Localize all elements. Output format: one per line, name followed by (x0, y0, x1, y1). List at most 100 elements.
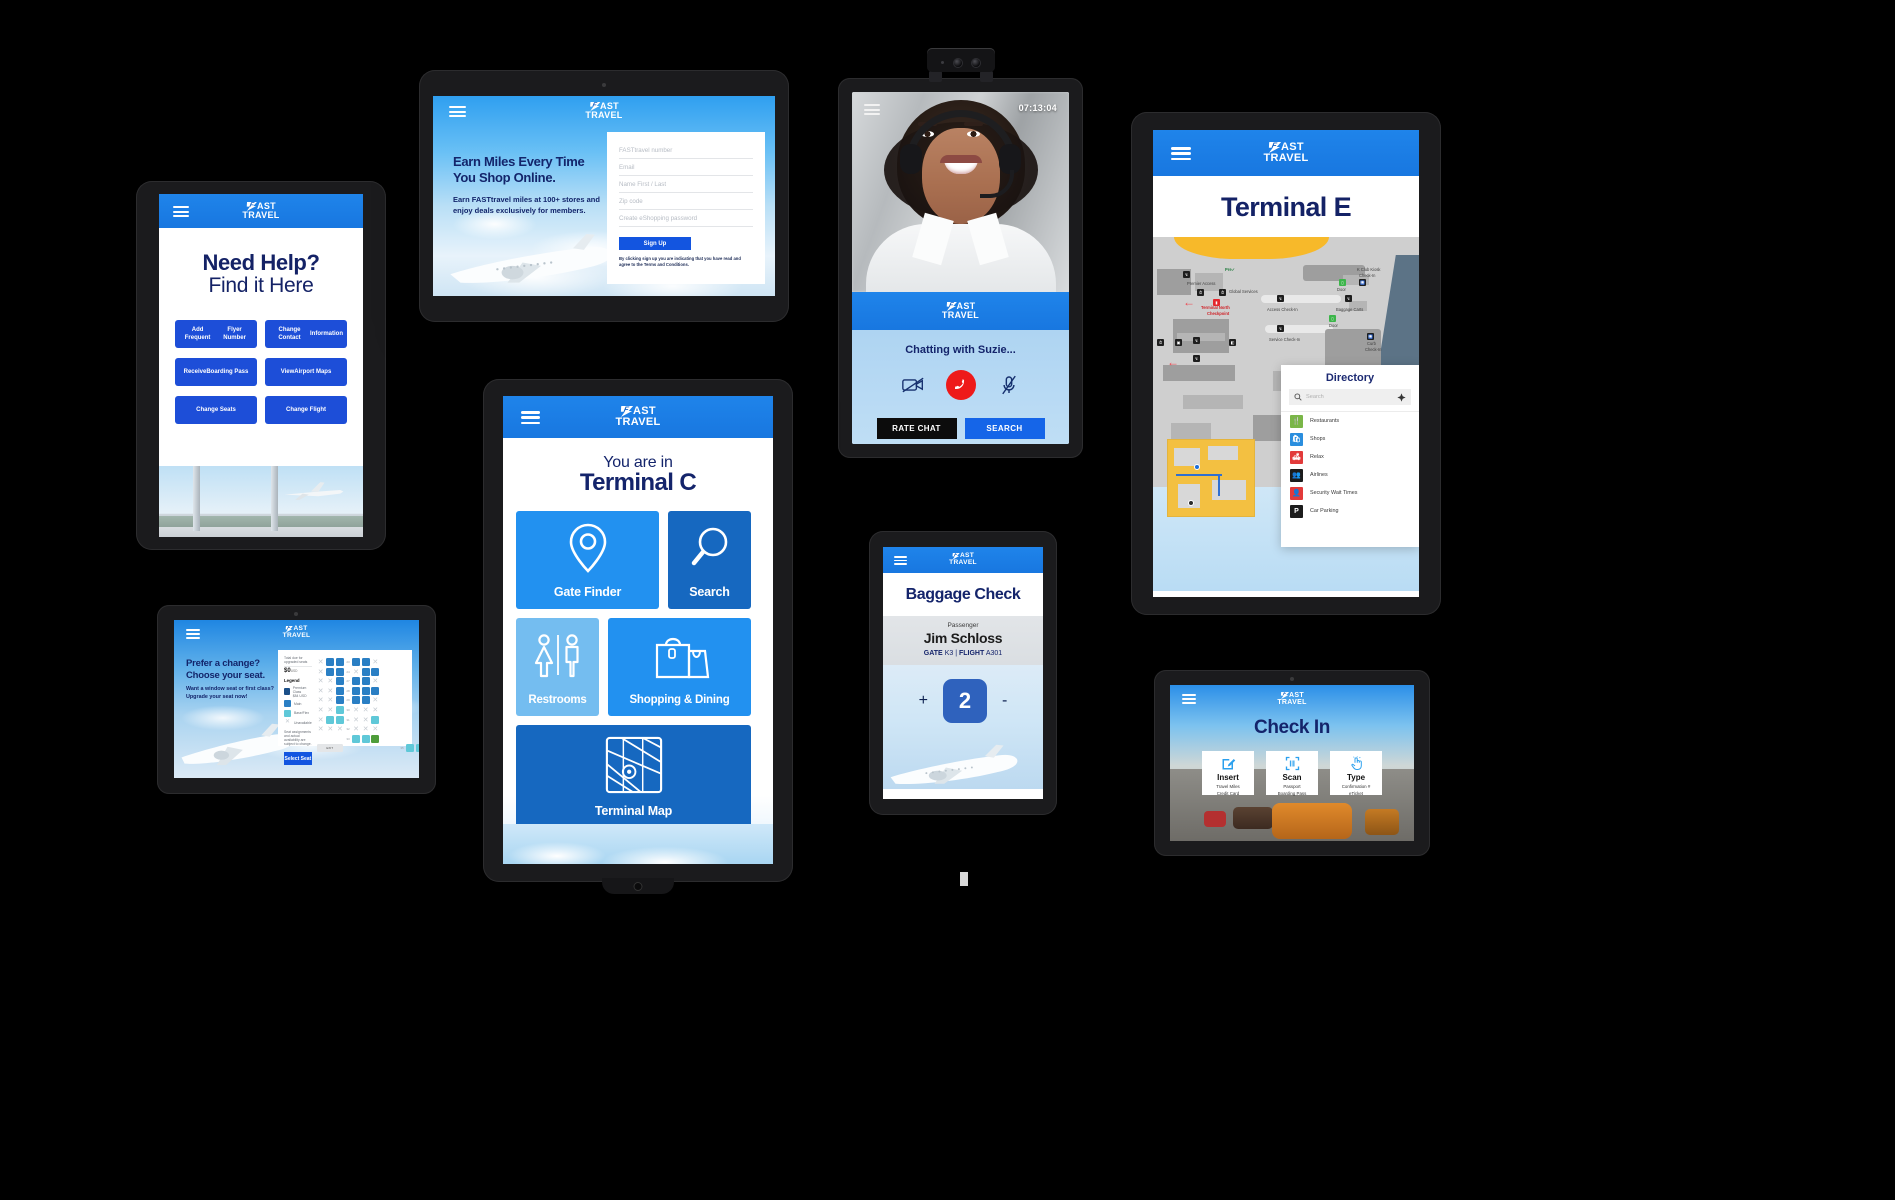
seat-available[interactable] (335, 705, 344, 714)
need-help-button-4[interactable]: View Airport Maps (265, 358, 347, 386)
legend-label: Main (294, 701, 302, 706)
menu-icon[interactable] (894, 556, 907, 565)
seat-available[interactable] (371, 715, 380, 724)
sign-up-button[interactable]: Sign Up (619, 237, 691, 250)
separator: | (955, 650, 958, 657)
increment-button[interactable]: + (919, 692, 928, 710)
option-subtext: Travel Miles Credit Card (1216, 784, 1240, 796)
directory-item-airlines[interactable]: 👥 Airlines (1281, 466, 1419, 484)
need-help-button-1[interactable]: Add Frequent Flyer Number (175, 320, 257, 348)
signup-field-5[interactable]: Create eShopping password (619, 210, 753, 227)
seat-row: ✕ ✕ ✕ 32 ✕ ✕ ✕ (317, 725, 419, 733)
mic-off-icon[interactable] (998, 374, 1020, 396)
seat-unavailable: ✕ (327, 726, 334, 734)
need-help-button-2[interactable]: Change Contact Information (265, 320, 347, 348)
seat-available[interactable] (415, 744, 419, 753)
seat-available[interactable] (335, 658, 344, 666)
directory-item-relax[interactable]: 🛋 Relax (1281, 448, 1419, 466)
directory-title: Directory (1325, 372, 1375, 384)
page-title: Baggage Check (883, 573, 1043, 616)
need-help-button-5[interactable]: Change Seats (175, 396, 257, 424)
seat-row-number: 31 (346, 717, 350, 722)
seat-available[interactable] (352, 696, 361, 705)
menu-icon[interactable] (186, 629, 200, 639)
kiosk-button-search[interactable]: SEARCH (964, 418, 1045, 439)
seat-available[interactable] (406, 744, 415, 753)
end-call-button[interactable] (945, 370, 976, 400)
directory-item-car-parking[interactable]: P Car Parking (1281, 502, 1419, 520)
car-parking-icon: P (1290, 504, 1303, 518)
seat-available[interactable] (335, 667, 344, 676)
seat-available[interactable] (361, 667, 370, 676)
total-currency: USD (290, 669, 298, 673)
kiosk-button-rate-chat[interactable]: RATE CHAT (876, 418, 957, 439)
signup-field-4[interactable]: Zip code (619, 193, 753, 210)
seat-row: ✕ ✕ 29 ✕ (317, 696, 419, 705)
tile-terminal-map[interactable]: Terminal Map (516, 725, 751, 828)
seat-available[interactable] (371, 734, 380, 743)
directory-item-label: Shops (1310, 436, 1326, 442)
menu-icon[interactable] (173, 206, 189, 217)
seat-row: ✕ 23 ✕ (317, 658, 419, 666)
check-in-option-type[interactable]: Type Confirmation # eTicket (1330, 751, 1382, 796)
need-help-button-3[interactable]: Receive Boarding Pass (175, 358, 257, 386)
decrement-button[interactable]: - (1002, 692, 1007, 710)
select-seat-button[interactable]: Select Seat (284, 752, 312, 765)
tile-search[interactable]: Search (668, 511, 751, 609)
directory-item-shops[interactable]: 🛍 Shops (1281, 430, 1419, 448)
menu-icon[interactable] (449, 106, 466, 117)
legend-swatch (284, 688, 290, 695)
seat-available[interactable] (335, 677, 344, 686)
menu-icon[interactable] (1182, 694, 1196, 704)
menu-icon[interactable] (864, 104, 880, 115)
security-wait-times-icon: 👤 (1290, 486, 1303, 500)
seat-available[interactable] (361, 734, 370, 743)
seat-available[interactable] (352, 686, 361, 695)
page-title: Terminal E (1153, 176, 1419, 237)
seat-available[interactable] (326, 715, 335, 724)
seat-available[interactable] (326, 667, 335, 676)
logo-bottom: TRAVEL (615, 416, 661, 428)
menu-icon[interactable] (1171, 147, 1191, 160)
seat-available[interactable] (352, 677, 361, 686)
tablet-terminal-e: F AST TRAVEL Terminal E Pre✓ Premier Acc… (1131, 112, 1441, 615)
seat-row: ✕ ✕ 27 ✕ (317, 677, 419, 686)
tile-shopping-dining[interactable]: Shopping & Dining (608, 618, 751, 716)
tile-restrooms[interactable]: Restrooms (516, 618, 599, 716)
mini-map[interactable] (1167, 439, 1255, 517)
seat-available[interactable] (361, 677, 370, 686)
seat-available[interactable] (335, 696, 344, 705)
seat-available[interactable] (361, 686, 370, 695)
seat-available[interactable] (335, 686, 344, 695)
video-off-icon[interactable] (901, 374, 924, 396)
seat-available[interactable] (371, 667, 380, 676)
seat-available[interactable] (326, 658, 335, 666)
check-in-option-scan[interactable]: Scan Passport Boarding Pass (1266, 751, 1318, 796)
seat-available[interactable] (371, 686, 380, 695)
tile-gate-finder[interactable]: Gate Finder (516, 511, 659, 609)
signup-field-3[interactable]: Name First / Last (619, 176, 753, 193)
need-help-button-6[interactable]: Change Flight (265, 396, 347, 424)
signup-field-1[interactable]: FASTtravel number (619, 142, 753, 159)
gate-value: K3 (944, 650, 954, 657)
directory-item-security-wait-times[interactable]: 👤 Security Wait Times (1281, 484, 1419, 502)
directory-item-restaurants[interactable]: 🍴 Restaurants (1281, 412, 1419, 430)
seat-available[interactable] (352, 658, 361, 666)
restrooms-icon (531, 618, 585, 694)
brand-logo: F AST TRAVEL (283, 626, 311, 639)
seat-unavailable: ✕ (362, 706, 369, 714)
check-in-option-insert[interactable]: Insert Travel Miles Credit Card (1202, 751, 1254, 796)
flight-details: GATE K3 | FLIGHT A301 (883, 650, 1043, 657)
exit-row-marker[interactable]: EXIT (316, 744, 343, 753)
locate-me-icon (1397, 392, 1406, 402)
signup-field-2[interactable]: Email (619, 159, 753, 176)
seat-available[interactable] (361, 658, 370, 666)
menu-icon[interactable] (521, 411, 540, 424)
seat-available[interactable] (352, 734, 361, 743)
seat-available[interactable] (335, 715, 344, 724)
directory-search[interactable]: Search (1289, 389, 1411, 405)
seat-unavailable: ✕ (372, 678, 379, 686)
seat-available[interactable] (361, 696, 370, 705)
terms-text: By clicking sign up you are indicating t… (619, 256, 741, 268)
check-in-options: Insert Travel Miles Credit Card Scan Passpor… (1170, 751, 1414, 796)
